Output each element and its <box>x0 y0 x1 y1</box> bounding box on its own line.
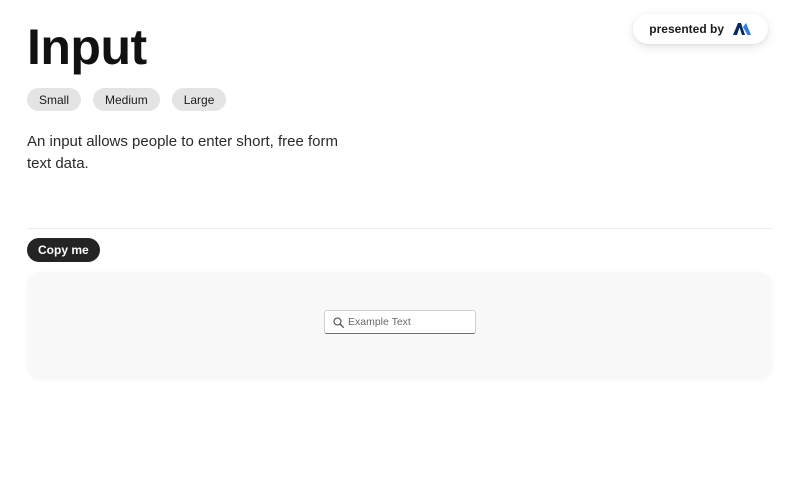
page: Input presented by Small Medium Large An… <box>0 0 800 500</box>
copy-button[interactable]: Copy me <box>27 238 100 262</box>
component-description: An input allows people to enter short, f… <box>27 133 339 172</box>
size-chip-small[interactable]: Small <box>27 88 82 111</box>
divider <box>27 228 772 229</box>
search-input[interactable] <box>348 316 466 328</box>
page-title: Input <box>27 19 147 75</box>
brand-logo-icon <box>732 22 752 36</box>
size-chip-medium[interactable]: Medium <box>93 88 160 111</box>
presented-by-label: presented by <box>649 22 724 36</box>
preview-panel <box>27 272 772 380</box>
presented-by-badge[interactable]: presented by <box>633 14 768 44</box>
example-input[interactable] <box>324 310 476 334</box>
search-icon <box>333 316 348 328</box>
size-chip-large[interactable]: Large <box>171 88 227 111</box>
size-selector: Small Medium Large <box>27 88 227 111</box>
